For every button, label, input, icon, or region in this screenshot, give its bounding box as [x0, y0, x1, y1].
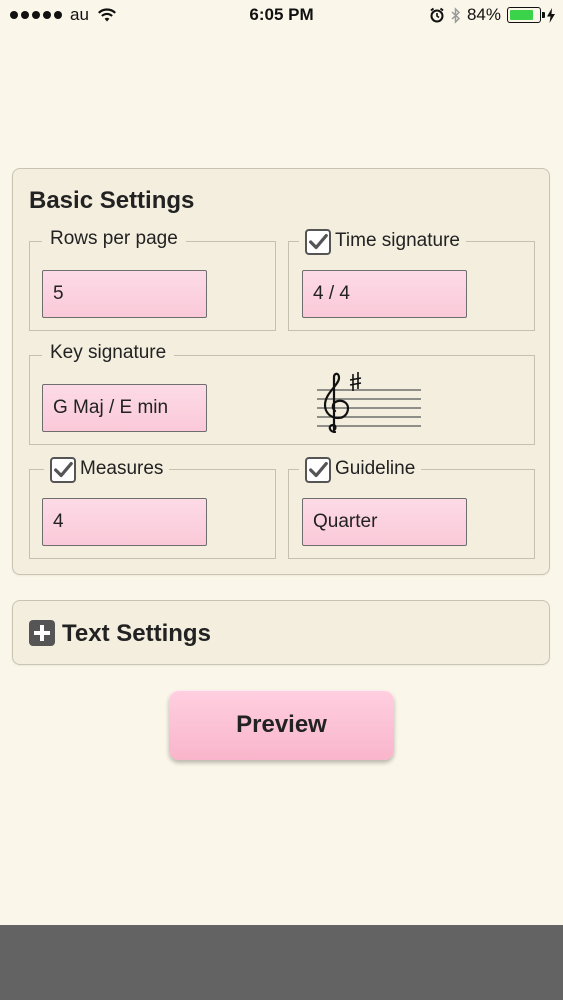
measures-label: Measures	[80, 458, 164, 479]
basic-settings-panel: Basic Settings Rows per page 5 Time sign…	[12, 168, 550, 575]
text-settings-label: Text Settings	[62, 620, 211, 647]
battery-icon	[507, 7, 545, 23]
key-signature-group: Key signature G Maj / E min	[29, 342, 535, 445]
measures-field[interactable]: 4	[42, 498, 207, 546]
measures-group: Measures 4	[29, 456, 276, 559]
basic-settings-title: Basic Settings	[29, 187, 195, 214]
key-signature-label: Key signature	[42, 342, 175, 364]
measures-legend: Measures	[44, 456, 170, 483]
expand-plus-icon[interactable]	[29, 620, 55, 646]
bottom-bar	[0, 925, 563, 1000]
charging-bolt-icon	[547, 7, 555, 23]
checkmark-icon	[309, 461, 328, 478]
status-right: 84%	[429, 5, 555, 25]
rows-per-page-label: Rows per page	[42, 228, 186, 250]
status-bar: au 6:05 PM 84%	[0, 0, 563, 32]
guideline-checkbox[interactable]	[305, 457, 331, 483]
alarm-clock-icon	[430, 7, 444, 23]
key-signature-field[interactable]: G Maj / E min	[42, 384, 207, 432]
checkmark-icon	[54, 461, 73, 478]
measures-checkbox[interactable]	[50, 457, 76, 483]
rows-per-page-group: Rows per page 5	[29, 228, 276, 331]
time-signature-legend: Time signature	[299, 228, 466, 255]
treble-clef-staff-icon	[317, 372, 421, 433]
time-signature-label: Time signature	[335, 230, 460, 251]
time-signature-group: Time signature 4 / 4	[288, 228, 535, 331]
battery-fill	[510, 10, 533, 20]
rows-per-page-field[interactable]: 5	[42, 270, 207, 318]
guideline-legend: Guideline	[299, 456, 422, 483]
battery-percent: 84%	[466, 5, 501, 24]
time-signature-field[interactable]: 4 / 4	[302, 270, 467, 318]
guideline-group: Guideline Quarter	[288, 456, 535, 559]
preview-button[interactable]: Preview	[169, 690, 394, 760]
bluetooth-icon	[451, 6, 461, 24]
guideline-label: Guideline	[335, 458, 416, 479]
time-signature-checkbox[interactable]	[305, 229, 331, 255]
text-settings-panel[interactable]: Text Settings	[12, 600, 550, 665]
guideline-field[interactable]: Quarter	[302, 498, 467, 546]
checkmark-icon	[309, 233, 328, 250]
